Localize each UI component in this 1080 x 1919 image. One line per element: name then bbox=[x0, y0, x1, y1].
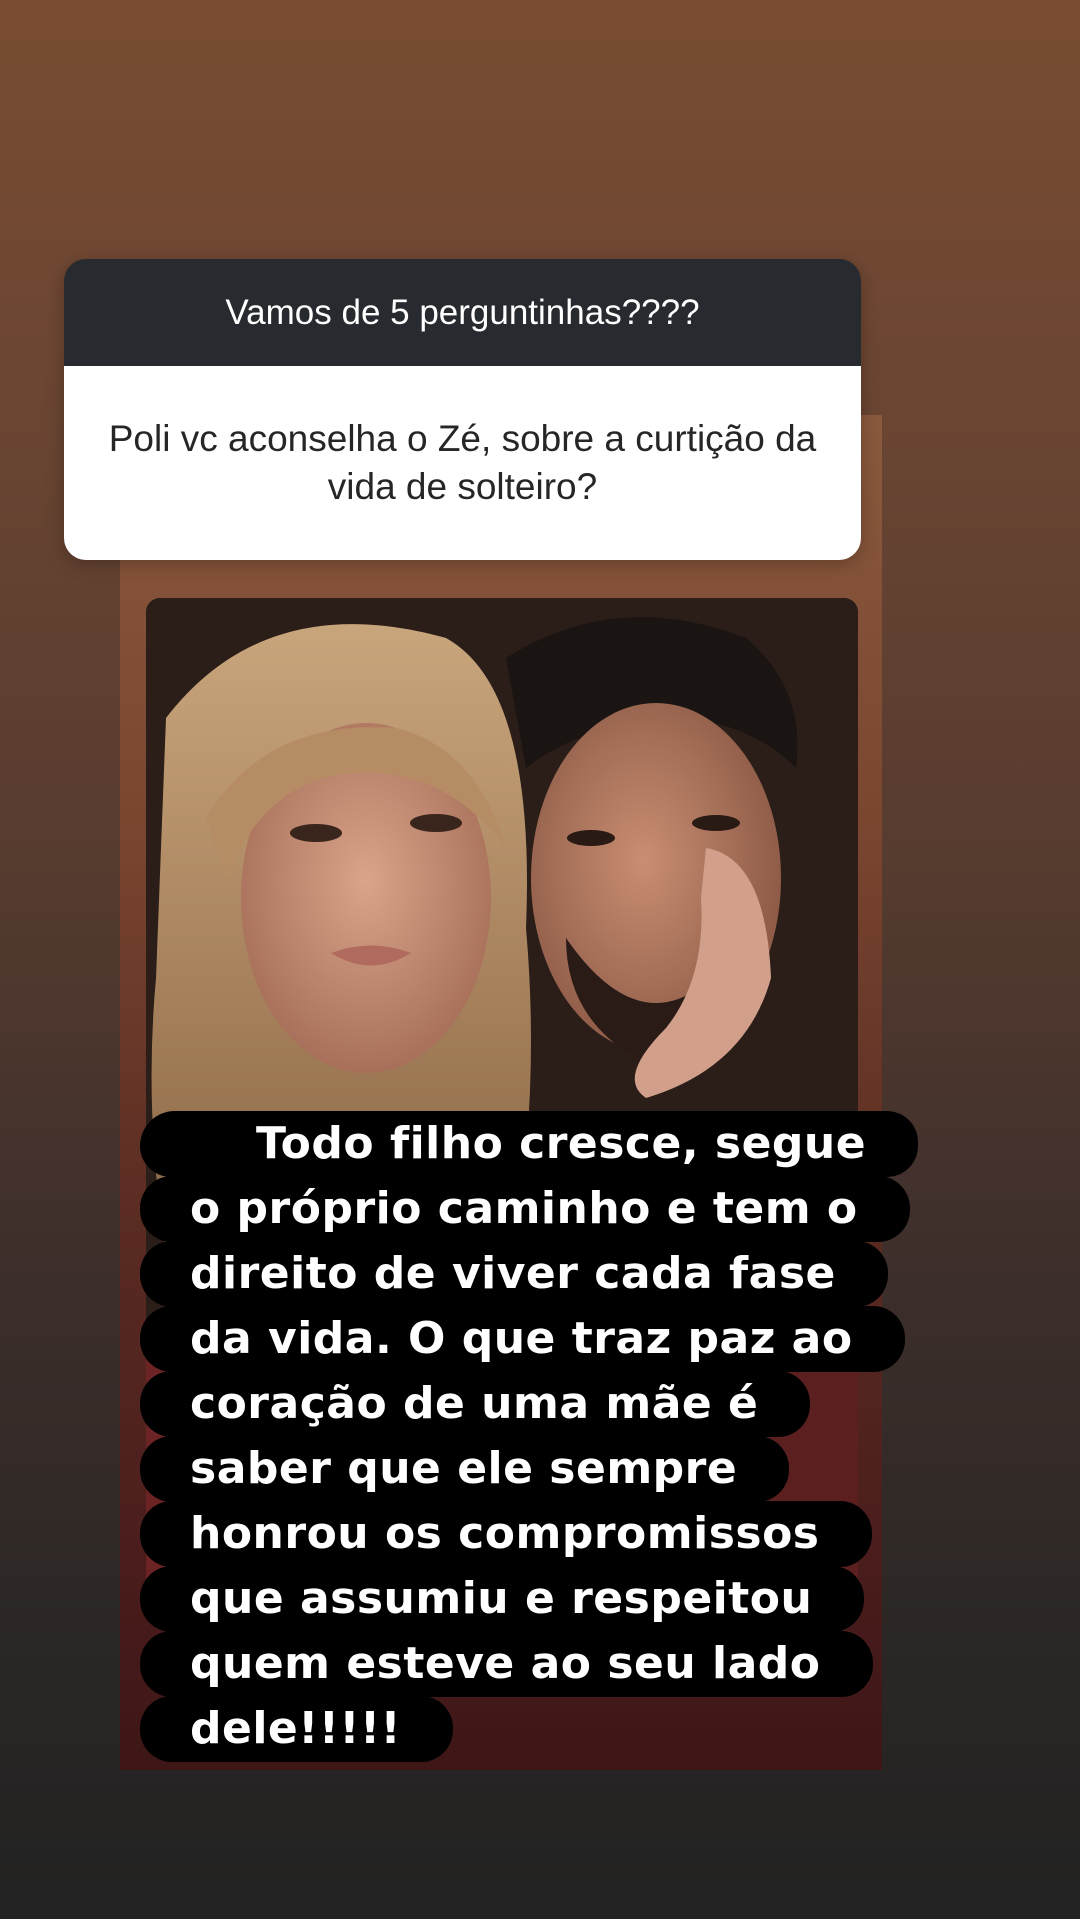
answer-line: quem esteve ao seu lado bbox=[140, 1631, 873, 1697]
question-text: Poli vc aconselha o Zé, sobre a curtição… bbox=[64, 366, 861, 560]
answer-line: direito de viver cada fase bbox=[140, 1241, 888, 1307]
answer-line: honrou os compromissos bbox=[140, 1501, 872, 1567]
answer-line: coração de uma mãe é bbox=[140, 1371, 811, 1437]
answer-line: saber que ele sempre bbox=[140, 1436, 790, 1502]
answer-line: que assumiu e respeitou bbox=[140, 1566, 865, 1632]
story-canvas: Vamos de 5 perguntinhas???? Poli vc acon… bbox=[0, 0, 1080, 1919]
answer-line: Todo filho cresce, segue bbox=[140, 1111, 919, 1177]
question-sticker[interactable]: Vamos de 5 perguntinhas???? Poli vc acon… bbox=[64, 259, 861, 560]
answer-line: o próprio caminho e tem o bbox=[140, 1176, 910, 1242]
answer-line: dele!!!!! bbox=[140, 1696, 454, 1762]
question-sticker-header: Vamos de 5 perguntinhas???? bbox=[64, 259, 861, 366]
answer-text-sticker[interactable]: Todo filho cresce, segue o próprio camin… bbox=[140, 1111, 1000, 1762]
answer-line: da vida. O que traz paz ao bbox=[140, 1306, 905, 1372]
